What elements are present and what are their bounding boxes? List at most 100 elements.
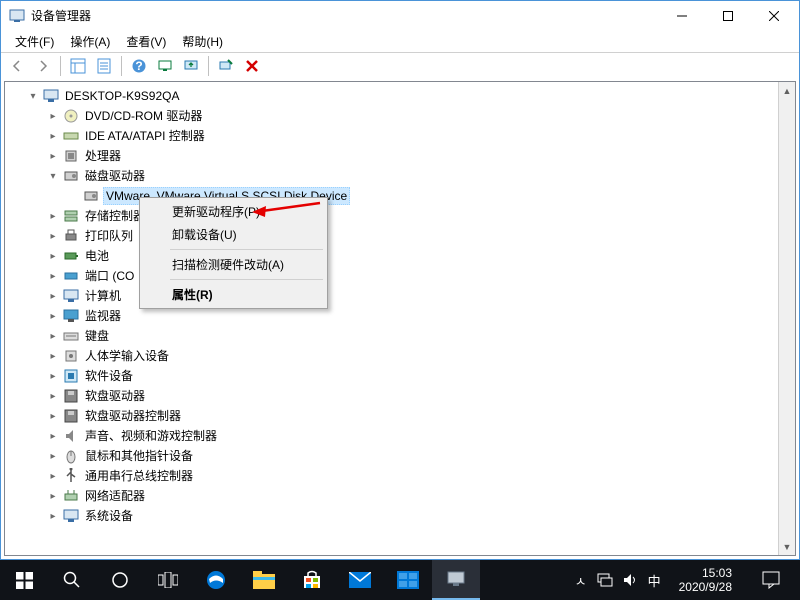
ctx-properties[interactable]: 属性(R) (142, 283, 325, 306)
maximize-button[interactable] (705, 1, 751, 31)
taskbar-edge[interactable] (192, 560, 240, 600)
properties-button[interactable] (92, 55, 116, 77)
tree-item: ▸存储控制器 (7, 206, 795, 226)
app-icon (9, 8, 25, 24)
ports-icon (63, 268, 79, 284)
collapse-icon[interactable]: ▾ (27, 90, 39, 102)
menu-file[interactable]: 文件(F) (7, 31, 62, 52)
taskbar-mail[interactable] (336, 560, 384, 600)
expand-icon[interactable]: ▸ (47, 370, 59, 382)
tray-network-icon[interactable] (597, 573, 613, 587)
expand-icon[interactable]: ▸ (47, 150, 59, 162)
tree-item: ▸声音、视频和游戏控制器 (7, 426, 795, 446)
collapse-icon[interactable]: ▾ (47, 170, 59, 182)
tree-item: ▸IDE ATA/ATAPI 控制器 (7, 126, 795, 146)
cortana-button[interactable] (96, 560, 144, 600)
show-hide-tree-button[interactable] (66, 55, 90, 77)
computer-icon (43, 88, 59, 104)
context-menu: 更新驱动程序(P) 卸载设备(U) 扫描检测硬件改动(A) 属性(R) (139, 197, 328, 309)
tree-item: ▸网络适配器 (7, 486, 795, 506)
expand-icon[interactable]: ▸ (47, 470, 59, 482)
expand-icon[interactable]: ▸ (47, 310, 59, 322)
expand-icon[interactable]: ▸ (47, 510, 59, 522)
taskbar-device-manager[interactable] (432, 560, 480, 600)
back-button[interactable] (5, 55, 29, 77)
taskbar-explorer[interactable] (240, 560, 288, 600)
taskbar-store[interactable] (288, 560, 336, 600)
device-tree[interactable]: ▾ DESKTOP-K9S92QA ▸DVD/CD-ROM 驱动器 ▸IDE A… (4, 81, 796, 556)
window-buttons (659, 1, 797, 31)
toolbar: ? (1, 52, 799, 78)
software-icon (63, 368, 79, 384)
tray-notifications[interactable] (750, 560, 792, 600)
dvd-icon (63, 108, 79, 124)
floppy-ctrl-icon (63, 408, 79, 424)
system-icon (63, 508, 79, 524)
tree-item: ▸人体学输入设备 (7, 346, 795, 366)
tray-chevron-up-icon[interactable]: ㅅ (575, 571, 587, 590)
tree-item-disk-device[interactable]: VMware, VMware Virtual S SCSI Disk Devic… (7, 186, 795, 206)
taskbar: ㅅ 中 15:03 2020/9/28 (0, 560, 800, 600)
update-driver-button[interactable] (179, 55, 203, 77)
forward-button[interactable] (31, 55, 55, 77)
expand-icon[interactable]: ▸ (47, 250, 59, 262)
menubar: 文件(F) 操作(A) 查看(V) 帮助(H) (1, 31, 799, 52)
tree-item: ▸监视器 (7, 306, 795, 326)
computer-icon (63, 288, 79, 304)
menu-help[interactable]: 帮助(H) (174, 31, 231, 52)
task-view-button[interactable] (144, 560, 192, 600)
svg-text:?: ? (135, 59, 142, 73)
expand-icon[interactable]: ▸ (47, 390, 59, 402)
expand-icon[interactable]: ▸ (47, 330, 59, 342)
network-icon (63, 488, 79, 504)
tree-item: ▸电池 (7, 246, 795, 266)
disk-icon (63, 168, 79, 184)
expand-icon[interactable]: ▸ (47, 350, 59, 362)
ctx-scan-hardware[interactable]: 扫描检测硬件改动(A) (142, 253, 325, 276)
tree-item-disk: ▾磁盘驱动器 (7, 166, 795, 186)
expand-icon[interactable]: ▸ (47, 410, 59, 422)
vertical-scrollbar[interactable]: ▲ ▼ (778, 82, 795, 555)
expand-icon[interactable]: ▸ (47, 270, 59, 282)
monitor-icon (63, 308, 79, 324)
mouse-icon (63, 448, 79, 464)
scroll-down-icon[interactable]: ▼ (779, 538, 795, 555)
expand-icon[interactable]: ▸ (47, 450, 59, 462)
scroll-up-icon[interactable]: ▲ (779, 82, 795, 99)
menu-action[interactable]: 操作(A) (62, 31, 118, 52)
disable-button[interactable] (240, 55, 264, 77)
uninstall-button[interactable] (214, 55, 238, 77)
minimize-button[interactable] (659, 1, 705, 31)
tree-item: ▸系统设备 (7, 506, 795, 526)
expand-icon[interactable]: ▸ (47, 130, 59, 142)
ctx-separator (170, 279, 323, 280)
keyboard-icon (63, 328, 79, 344)
root-node[interactable]: ▾ DESKTOP-K9S92QA (7, 86, 795, 106)
close-button[interactable] (751, 1, 797, 31)
sound-icon (63, 428, 79, 444)
tray-clock[interactable]: 15:03 2020/9/28 (671, 566, 740, 594)
expand-icon[interactable]: ▸ (47, 430, 59, 442)
expand-icon[interactable]: ▸ (47, 110, 59, 122)
expand-icon[interactable]: ▸ (47, 210, 59, 222)
tree-item: ▸端口 (CO (7, 266, 795, 286)
hid-icon (63, 348, 79, 364)
tray-volume-icon[interactable] (623, 573, 638, 587)
expand-icon[interactable]: ▸ (47, 230, 59, 242)
ctx-uninstall-device[interactable]: 卸载设备(U) (142, 223, 325, 246)
ide-icon (63, 128, 79, 144)
search-button[interactable] (48, 560, 96, 600)
scan-hardware-button[interactable] (153, 55, 177, 77)
start-button[interactable] (0, 560, 48, 600)
ctx-update-driver[interactable]: 更新驱动程序(P) (142, 200, 325, 223)
tree-item: ▸软件设备 (7, 366, 795, 386)
taskbar-settings[interactable] (384, 560, 432, 600)
system-tray: ㅅ 中 15:03 2020/9/28 (575, 560, 800, 600)
expand-icon[interactable]: ▸ (47, 490, 59, 502)
menu-view[interactable]: 查看(V) (118, 31, 174, 52)
tray-ime[interactable]: 中 (648, 571, 661, 590)
disk-icon (83, 188, 99, 204)
tree-item: ▸计算机 (7, 286, 795, 306)
help-button[interactable]: ? (127, 55, 151, 77)
expand-icon[interactable]: ▸ (47, 290, 59, 302)
